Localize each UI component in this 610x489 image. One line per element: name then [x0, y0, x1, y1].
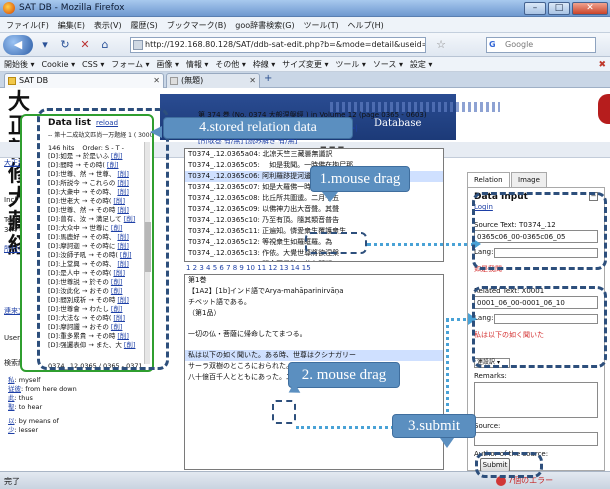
- bookmark-item[interactable]: その他 ▾: [215, 59, 246, 70]
- connector-line: [367, 243, 475, 246]
- bookmark-item[interactable]: 画像 ▾: [156, 59, 179, 70]
- menu-bar: ファイル(F) 編集(E) 表示(V) 履歴(S) ブックマーク(B) goo辞…: [0, 17, 610, 33]
- callout-pointer: [440, 438, 454, 448]
- search-input[interactable]: G Google: [486, 37, 596, 53]
- navigation-toolbar: ◀ ▾ ↻ ✕ ⌂ http://192.168.80.128/SAT/ddb-…: [0, 33, 610, 57]
- home-icon[interactable]: ⌂: [96, 36, 114, 54]
- site-icon: [133, 40, 143, 50]
- translation-page-links[interactable]: 1 2 3 4 5 6 7 8 9 10 11 12 13 14 15: [186, 264, 311, 272]
- menu-bookmarks[interactable]: ブックマーク(B): [167, 20, 227, 31]
- url-text: http://192.168.80.128/SAT/ddb-sat-edit.p…: [145, 40, 426, 49]
- tab-image[interactable]: Image: [511, 172, 547, 187]
- menu-help[interactable]: ヘルプ(H): [348, 20, 384, 31]
- menu-history[interactable]: 履歴(S): [130, 20, 157, 31]
- tab-label: SAT DB: [19, 76, 49, 85]
- forward-dropdown-icon[interactable]: ▾: [36, 36, 54, 54]
- translation-line[interactable]: 私は以下の如く聞いた。ある時、世尊はクシナガリー: [185, 350, 443, 361]
- tab-site-icon: [170, 77, 178, 85]
- new-tab-icon[interactable]: +: [264, 73, 272, 84]
- status-text: 完了: [4, 477, 20, 486]
- close-window-button[interactable]: ✕: [572, 2, 608, 15]
- source-label: Source:: [474, 422, 501, 430]
- menu-goo-dictionary[interactable]: goo辞書検索(G): [235, 20, 294, 31]
- reload-icon[interactable]: ↻: [56, 36, 74, 54]
- text-line[interactable]: T0374_.12.0365c14: 問今正是時。若有所疑: [185, 259, 443, 261]
- menu-tools[interactable]: ツール(T): [303, 20, 338, 31]
- bookmark-item[interactable]: 設定 ▾: [410, 59, 433, 70]
- glossary-entry: 聖: to hear: [8, 403, 43, 411]
- translation-line[interactable]: チベット語である。: [185, 297, 443, 308]
- related-field-highlight: [472, 286, 607, 368]
- callout-submit: 3.submit: [392, 414, 476, 438]
- url-bar[interactable]: http://192.168.80.128/SAT/ddb-sat-edit.p…: [130, 37, 426, 53]
- textno-value: 374: [4, 226, 18, 234]
- translation-line[interactable]: 【1A2】[1b]インド語でArya-mahāparinirvāṇa: [185, 286, 443, 297]
- drag-selection-2: [272, 400, 296, 424]
- tab-sat-db[interactable]: SAT DB ✕: [4, 73, 164, 88]
- side-red-icon: [598, 94, 610, 124]
- bookmarks-toolbar: 開始後 ▾ Cookie ▾ CSS ▾ フォーム ▾ 画像 ▾ 情報 ▾ その…: [0, 57, 610, 72]
- glossary-entry: 私: myself: [8, 376, 41, 384]
- google-icon: G: [489, 40, 496, 49]
- glossary-entry: 以: by means of: [8, 417, 59, 425]
- menu-view[interactable]: 表示(V): [94, 20, 122, 31]
- close-tab-icon[interactable]: ✕: [153, 74, 160, 87]
- menu-file[interactable]: ファイル(F): [6, 20, 49, 31]
- menu-edit[interactable]: 編集(E): [58, 20, 85, 31]
- stop-icon[interactable]: ✕: [76, 36, 94, 54]
- callout-stored-relation: 4.stored relation data: [163, 117, 353, 139]
- drag-selection-1: [305, 232, 367, 254]
- tab-label: (無題): [181, 76, 204, 85]
- window-title: SAT DB - Mozilla Firefox: [19, 3, 125, 13]
- bookmark-item[interactable]: CSS ▾: [82, 60, 104, 69]
- bookmark-item[interactable]: ソース ▾: [373, 59, 403, 70]
- callout-pointer: [150, 126, 162, 138]
- text-line[interactable]: T0374_.12.0365c08: 比丘所共圍逶。二月十五: [185, 193, 443, 204]
- source-field-highlight: [472, 192, 607, 270]
- tab-untitled[interactable]: (無題) ✕: [166, 73, 260, 88]
- text-line[interactable]: T0374_.12.0365a04: 北凉天竺三藏曇無讖訳: [185, 149, 443, 160]
- minimize-button[interactable]: –: [524, 2, 546, 15]
- maximize-button[interactable]: □: [548, 2, 570, 15]
- bookmark-item[interactable]: フォーム ▾: [111, 59, 149, 70]
- tab-relation[interactable]: Relation: [467, 172, 510, 187]
- glossary-entry: 少: lesser: [8, 426, 39, 434]
- callout-mouse-drag-1: 1.mouse drag: [310, 166, 410, 192]
- bookmark-item[interactable]: ツール ▾: [335, 59, 366, 70]
- bookmark-star-icon[interactable]: ☆: [432, 36, 450, 54]
- glossary-list: 私: myself 従彼: from here down 此: thus 聖: …: [8, 374, 108, 434]
- source-input[interactable]: [474, 432, 598, 446]
- toolbar-close-icon[interactable]: ✖: [598, 60, 606, 70]
- callout-pointer: [322, 192, 338, 202]
- bookmark-item[interactable]: 開始後 ▾: [4, 59, 35, 70]
- search-placeholder: Google: [505, 40, 534, 49]
- stored-data-highlight: [37, 108, 169, 370]
- callout-mouse-drag-2: 2. mouse drag: [288, 362, 400, 388]
- bookmark-item[interactable]: Cookie ▾: [41, 60, 75, 69]
- tab-bar: SAT DB ✕ (無題) ✕ +: [0, 72, 610, 88]
- remarks-textarea[interactable]: [474, 382, 598, 418]
- glossary-entry: 此: thus: [8, 394, 33, 402]
- text-line[interactable]: T0374_.12.0365c09: 以佛神力出大音聲。其聲: [185, 204, 443, 215]
- connector-line: [446, 318, 449, 426]
- translation-line[interactable]: 第1巻: [185, 275, 443, 286]
- text-line[interactable]: T0374_.12.0365c10: 乃至有頂。隨其類音普告: [185, 215, 443, 226]
- remarks-label: Remarks:: [474, 372, 507, 380]
- close-tab-icon[interactable]: ✕: [249, 74, 256, 87]
- submit-highlight: [475, 452, 543, 478]
- window-titlebar: SAT DB - Mozilla Firefox – □ ✕: [0, 0, 610, 17]
- bookmark-item[interactable]: サイズ変更 ▾: [282, 59, 328, 70]
- glossary-entry: 従彼: from here down: [8, 385, 77, 393]
- user-label: User: [4, 334, 20, 342]
- translation-line[interactable]: 一切の仏・菩薩に帰命したてまつる。: [185, 329, 443, 340]
- firefox-icon: [3, 2, 15, 14]
- back-button[interactable]: ◀: [3, 35, 33, 55]
- include-checkbox-label[interactable]: Incl: [4, 196, 16, 204]
- translation-line[interactable]: （第1品）: [185, 308, 443, 319]
- bookmark-item[interactable]: 枠線 ▾: [253, 59, 276, 70]
- tab-site-icon: [8, 77, 16, 85]
- bookmark-item[interactable]: 情報 ▾: [186, 59, 209, 70]
